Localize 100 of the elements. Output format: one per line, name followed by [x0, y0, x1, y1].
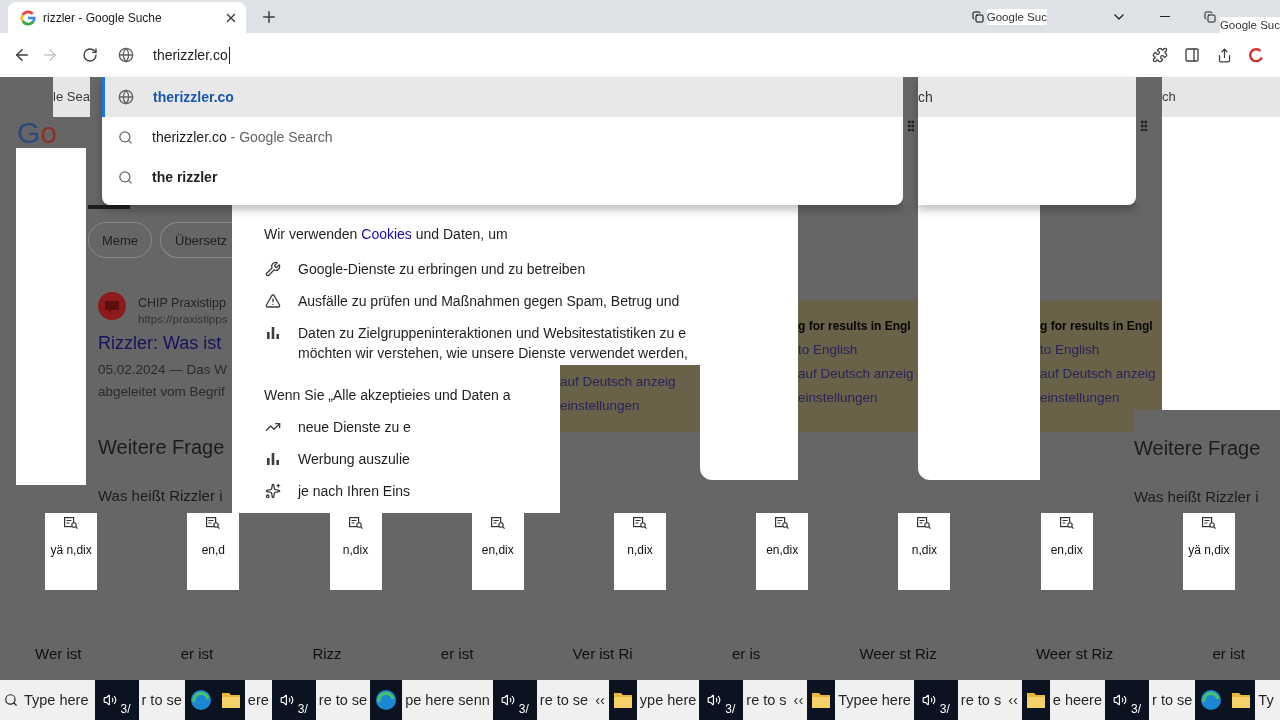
search-icon — [4, 693, 18, 707]
date-fragment: 3/ — [1131, 702, 1142, 718]
share-icon — [1216, 47, 1232, 63]
globe-icon — [118, 47, 134, 63]
ghost-tab-label: Google Suc — [986, 8, 1047, 25]
question-fragment: Wer ist — [35, 644, 82, 664]
suggestion-item[interactable]: therizzler.co - Google Search — [102, 117, 903, 157]
tile-text: en,dix — [481, 543, 514, 557]
taskbar-app-button[interactable] — [1227, 680, 1256, 720]
restore-icon — [1203, 10, 1216, 23]
purpose-text: Daten zu Zielgruppeninteraktionen und Websitestatistiken zu e möchten wir verstehen, wie unsere Dienste verwendet werden, — [298, 324, 688, 363]
taskbar-text: re to s — [745, 691, 788, 710]
taskbar-app-button[interactable] — [1195, 680, 1228, 720]
review-icon — [633, 517, 647, 529]
banner-link[interactable]: auf Deutsch anzeig — [1040, 365, 1156, 383]
tile-text: yä n,dix — [50, 543, 92, 557]
tile-text: n,dix — [627, 543, 653, 557]
swirl-icon — [376, 690, 397, 710]
speaker-icon — [279, 693, 294, 707]
taskbar-app-button[interactable] — [1021, 680, 1050, 720]
banner-link[interactable]: einstellungen — [560, 397, 640, 415]
bar-chart-icon — [267, 327, 279, 339]
purpose-text: Werbung auszulie — [298, 450, 410, 469]
question-fragment: Weer st Riz — [1035, 644, 1114, 664]
purpose-text: neue Dienste zu e — [298, 418, 411, 437]
taskbar-text: re to se — [317, 691, 369, 710]
swirl-icon — [1201, 690, 1222, 710]
review-icon — [775, 517, 790, 529]
swirl-icon — [190, 690, 211, 710]
date-fragment: 3/ — [518, 702, 529, 718]
search-tab-text: le Sea — [53, 77, 90, 117]
review-icon — [348, 517, 363, 529]
taskbar-text: re to se — [538, 691, 590, 710]
suggestion-item[interactable]: therizzler.co — [102, 77, 903, 117]
round-logo-icon — [98, 292, 126, 320]
questions-heading: Weitere Frage — [98, 435, 225, 460]
address-field[interactable]: therizzler.co — [153, 40, 1146, 70]
taskbar-text: ype here — [638, 691, 698, 710]
banner-link[interactable]: auf Deutsch anzeig — [798, 365, 914, 383]
search-icon — [118, 169, 133, 185]
globe-icon — [118, 89, 134, 105]
cookies-link[interactable]: Cookies — [361, 226, 412, 242]
question-fragment: er ist — [1212, 644, 1245, 664]
folder-icon — [1232, 692, 1251, 708]
result-date: 05.02.2024 — Das W — [98, 362, 228, 378]
search-icon — [118, 129, 133, 145]
question-fragment: Ver ist Ri — [572, 644, 633, 664]
taskbar-text: r to se — [140, 691, 183, 710]
speaker-icon — [707, 693, 722, 707]
consent-condition: Wenn Sie „Alle akzeptieies und Daten a — [264, 386, 511, 405]
speaker-icon — [500, 693, 515, 707]
reload-icon — [82, 47, 98, 63]
folder-icon — [221, 692, 240, 708]
review-icon — [490, 517, 505, 529]
favicon-icon — [20, 9, 36, 26]
review-icon — [917, 517, 932, 529]
question-fragment: er ist — [180, 644, 214, 664]
tile-text: en,dix — [766, 543, 799, 557]
plus-icon — [260, 8, 278, 26]
tile-text: en,d — [201, 543, 225, 557]
tab-indicator — [88, 205, 130, 209]
purpose-text: Ausfälle zu prüfen und Maßnahmen gegen Spam, Betrug und — [298, 292, 680, 311]
taskbar-text: Ty — [1257, 691, 1275, 710]
banner-link[interactable]: to English — [1040, 341, 1100, 359]
restore-icon — [971, 10, 984, 23]
taskbar-app-button[interactable] — [807, 680, 836, 720]
side-panel-icon — [1184, 47, 1200, 63]
purpose-text: Google-Dienste zu erbringen und zu betreiben — [298, 260, 586, 279]
result-title-link[interactable]: Rizzler: Was ist — [98, 332, 222, 354]
banner-link[interactable]: auf Deutsch anzeig — [560, 373, 676, 391]
taskbar-app-button[interactable] — [184, 680, 217, 720]
wrench-icon — [265, 261, 281, 277]
taskbar-text: Typee here — [837, 691, 912, 710]
date-fragment: 3/ — [120, 702, 131, 718]
date-fragment: 3/ — [297, 702, 308, 718]
taskbar-app-button[interactable] — [216, 680, 245, 720]
tile-text: en,dix — [1050, 543, 1083, 557]
browser-tab[interactable]: rizzler - Google Suche — [8, 2, 246, 33]
suggestion-fragment[interactable]: ch — [918, 77, 1136, 117]
taskbar-text: ere — [246, 691, 270, 710]
suggestion-item[interactable]: the rizzler — [102, 157, 903, 197]
review-icon — [1059, 517, 1074, 529]
tile-text: n,dix — [911, 543, 938, 557]
banner-link[interactable]: einstellungen — [798, 389, 878, 407]
taskbar-text: pe here senn — [404, 691, 491, 710]
banner-link[interactable]: to English — [798, 341, 858, 359]
taskbar-text: r to se — [1151, 691, 1194, 710]
speaker-icon — [102, 693, 117, 707]
date-fragment: 3/ — [725, 702, 736, 718]
arc-icon — [1249, 48, 1263, 62]
taskbar-app-button[interactable] — [370, 680, 403, 720]
arrow-right-icon — [41, 46, 59, 64]
banner-link[interactable]: einstellungen — [1040, 389, 1120, 407]
taskbar-app-button[interactable] — [608, 680, 637, 720]
folder-icon — [812, 692, 831, 708]
questions-heading: Weitere Frage — [1134, 436, 1261, 461]
consent-intro: Wir verwenden Cookies und Daten, um — [264, 226, 508, 242]
folder-icon — [1026, 692, 1045, 708]
sparkle-icon — [265, 483, 281, 499]
banner-heading: g for results in Engl — [798, 318, 911, 335]
